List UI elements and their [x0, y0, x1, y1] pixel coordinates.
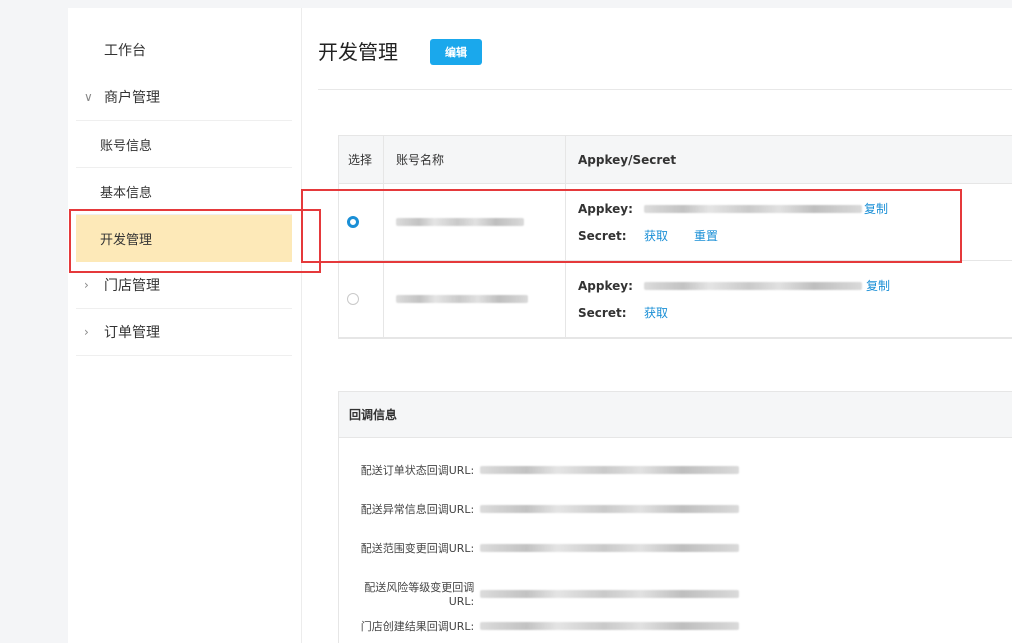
header-account-name: 账号名称	[383, 135, 565, 184]
sidebar-item-label: 商户管理	[104, 90, 160, 106]
sidebar-item-basic-info[interactable]: 基本信息	[76, 168, 292, 215]
chevron-down-icon: ∨	[84, 90, 93, 104]
appkey-value-redacted	[644, 204, 862, 213]
table-row: Appkey: 复制 Secret: 获取 重置	[339, 184, 1012, 261]
main-content: 开发管理 编辑 选择 账号名称 Appkey/Secret Appkey: 复制	[302, 8, 1012, 643]
table-header: 选择 账号名称 Appkey/Secret	[339, 135, 1012, 184]
sidebar-item-label: 工作台	[104, 42, 146, 59]
appkey-line: Appkey: 复制	[578, 200, 1012, 217]
sidebar-item-orders[interactable]: › 订单管理	[76, 309, 292, 356]
secret-label: Secret:	[578, 228, 627, 243]
sidebar-item-label: 订单管理	[104, 325, 160, 341]
callback-row: 配送异常信息回调URL:	[339, 501, 739, 517]
callback-url-redacted	[480, 622, 739, 630]
copy-link[interactable]: 复制	[866, 277, 890, 294]
select-radio[interactable]	[347, 293, 359, 305]
callback-url-redacted	[480, 589, 739, 598]
sidebar-item-merchant[interactable]: ∨ 商户管理	[76, 74, 292, 121]
callback-url-redacted	[480, 505, 739, 513]
callback-label: 配送风险等级变更回调URL:	[364, 581, 475, 608]
select-radio[interactable]	[347, 216, 359, 228]
callback-label: 门店创建结果回调URL:	[360, 620, 475, 633]
sidebar-item-dev-management[interactable]: 开发管理	[76, 215, 292, 262]
callback-row: 配送风险等级变更回调URL:	[339, 579, 739, 608]
callback-url-redacted	[480, 466, 739, 474]
table-row: Appkey: 复制 Secret: 获取	[339, 261, 1012, 338]
secret-line: Secret: 获取 重置	[578, 227, 1012, 244]
account-name-redacted	[396, 295, 528, 303]
callback-row: 配送范围变更回调URL:	[339, 540, 739, 556]
appkey-label: Appkey:	[578, 201, 633, 216]
sidebar-item-store[interactable]: › 门店管理	[76, 262, 292, 309]
chevron-right-icon: ›	[84, 278, 89, 292]
chevron-right-icon: ›	[84, 325, 89, 339]
appkey-table: 选择 账号名称 Appkey/Secret Appkey: 复制 Secret:…	[338, 135, 1012, 339]
sidebar-item-label: 门店管理	[104, 278, 160, 294]
sidebar-item-workbench[interactable]: 工作台	[76, 26, 292, 73]
sidebar-item-label: 账号信息	[100, 138, 153, 154]
callback-url-redacted	[480, 544, 739, 552]
header-select: 选择	[348, 153, 373, 167]
account-name-redacted	[396, 218, 524, 226]
callback-section: 回调信息 配送订单状态回调URL: 配送异常信息回调URL: 配送范围变更回调U…	[338, 391, 1012, 643]
callback-label: 配送订单状态回调URL:	[360, 464, 475, 477]
reset-secret-link[interactable]: 重置	[694, 227, 718, 244]
divider	[318, 89, 1012, 90]
secret-line: Secret: 获取	[578, 304, 1012, 321]
copy-link[interactable]: 复制	[864, 200, 888, 217]
page-title: 开发管理	[318, 40, 398, 64]
sidebar: 工作台 ∨ 商户管理 账号信息 基本信息 开发管理 › 门店管理 › 订单管理	[68, 8, 302, 643]
get-secret-link[interactable]: 获取	[644, 304, 668, 321]
callback-row: 配送订单状态回调URL:	[339, 462, 739, 478]
callback-title: 回调信息	[339, 392, 1012, 438]
appkey-line: Appkey: 复制	[578, 277, 1012, 294]
appkey-label: Appkey:	[578, 278, 633, 293]
edit-button[interactable]: 编辑	[430, 39, 482, 65]
sidebar-item-label: 开发管理	[100, 233, 153, 248]
sidebar-item-label: 基本信息	[100, 185, 153, 201]
callback-label: 配送范围变更回调URL:	[360, 542, 475, 555]
appkey-value-redacted	[644, 281, 862, 290]
sidebar-item-account-info[interactable]: 账号信息	[76, 121, 292, 168]
callback-row: 门店创建结果回调URL:	[339, 618, 739, 634]
header-appkey-secret: Appkey/Secret	[565, 135, 1012, 184]
callback-label: 配送异常信息回调URL:	[360, 503, 475, 516]
secret-label: Secret:	[578, 305, 627, 320]
get-secret-link[interactable]: 获取	[644, 227, 668, 244]
